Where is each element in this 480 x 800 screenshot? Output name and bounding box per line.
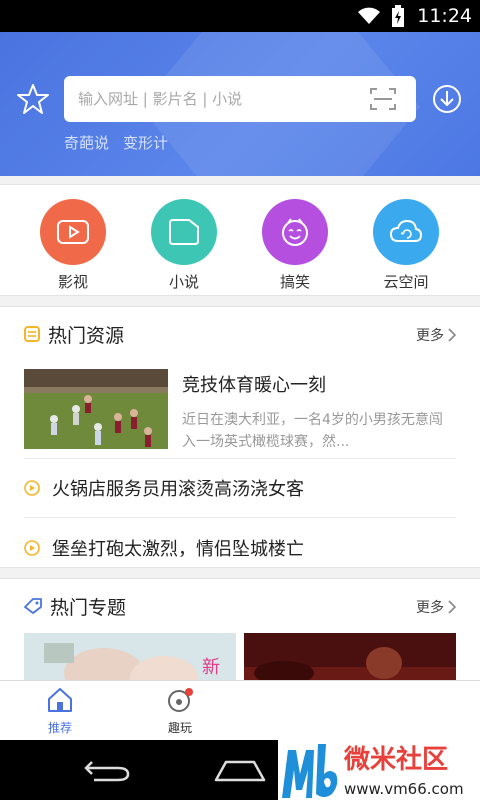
search-header: 奇葩说 变形计	[0, 32, 480, 176]
hot-topics-section: 热门专题 更多 新	[0, 578, 480, 693]
svg-text:新: 新	[202, 657, 220, 678]
back-icon[interactable]	[84, 758, 130, 782]
smiley-icon	[262, 199, 328, 265]
scan-icon[interactable]	[370, 87, 396, 111]
section-title: 热门专题	[50, 596, 127, 619]
list-icon	[24, 326, 40, 342]
article-summary: 近日在澳大利亚，一名4岁的小男孩无意闯入一场英式橄榄球赛，然...	[182, 412, 443, 450]
vm66-logo: 微米社区 www.vm66.com	[282, 744, 464, 798]
category-label: 影视	[57, 273, 88, 291]
home-icon	[48, 688, 72, 712]
featured-article[interactable]: 竞技体育暖心一刻 近日在澳大利亚，一名4岁的小男孩无意闯入一场英式橄榄球赛，然.…	[24, 361, 456, 459]
tag-icon	[24, 598, 42, 614]
category-video[interactable]: 影视	[33, 199, 113, 292]
video-play-icon	[40, 199, 106, 265]
category-label: 小说	[168, 273, 199, 291]
home-button-icon[interactable]	[214, 758, 266, 782]
category-funny[interactable]: 搞笑	[255, 199, 335, 292]
list-item[interactable]: 火锅店服务员用滚烫高汤浇女客	[24, 459, 456, 518]
wifi-icon	[358, 7, 381, 24]
tab-label: 推荐	[47, 721, 72, 735]
watermark-url: www.vm66.com	[344, 780, 464, 798]
tab-recommend[interactable]: 推荐	[20, 687, 100, 736]
chevron-right-icon	[448, 328, 456, 342]
category-cloud[interactable]: 云空间	[366, 199, 446, 292]
category-novel[interactable]: 小说	[144, 199, 224, 292]
play-circle-icon	[24, 480, 40, 496]
article-thumbnail	[24, 369, 168, 449]
search-bar[interactable]	[64, 76, 416, 122]
clock: 11:24	[417, 5, 472, 27]
hot-resources-section: 热门资源 更多 竞技体育暖心一刻 近日在澳大利亚，一名4岁的小男孩无意闯入一场英…	[0, 306, 480, 568]
hot-search-words: 奇葩说 变形计	[64, 132, 168, 153]
section-header: 热门资源 更多	[0, 307, 480, 361]
more-label: 更多	[416, 600, 444, 616]
category-shortcuts: 影视 小说 搞笑 云空间	[0, 184, 480, 296]
more-label: 更多	[416, 328, 444, 344]
bottom-navigation: 推荐 趣玩	[0, 680, 480, 740]
search-input[interactable]	[78, 90, 358, 108]
watermark-brand: 微米社区	[343, 744, 448, 775]
status-bar: 11:24	[0, 0, 480, 32]
list-item-title: 火锅店服务员用滚烫高汤浇女客	[52, 479, 304, 500]
tab-fun[interactable]: 趣玩	[140, 687, 220, 736]
watermark-logo: 微米社区 www.vm66.com	[278, 740, 480, 800]
play-circle-icon	[24, 539, 40, 556]
article-title: 竞技体育暖心一刻	[182, 375, 326, 396]
section-title: 热门资源	[48, 324, 125, 347]
tab-label: 趣玩	[167, 721, 192, 735]
book-icon	[151, 199, 217, 265]
category-label: 搞笑	[279, 273, 310, 291]
list-item-title: 堡垒打砲太激烈，情侣坠城楼亡	[52, 538, 304, 560]
list-item[interactable]: 堡垒打砲太激烈，情侣坠城楼亡	[24, 518, 456, 577]
more-link[interactable]: 更多	[416, 325, 456, 345]
hot-word-link[interactable]: 变形计	[123, 132, 168, 153]
hot-word-link[interactable]: 奇葩说	[64, 132, 109, 153]
more-link[interactable]: 更多	[416, 597, 456, 617]
category-label: 云空间	[383, 273, 429, 291]
download-icon[interactable]	[432, 84, 462, 114]
cloud-icon	[373, 199, 439, 265]
fun-ring-icon	[168, 688, 193, 712]
section-header: 热门专题 更多	[0, 579, 480, 633]
chevron-right-icon	[448, 600, 456, 614]
battery-icon	[392, 5, 405, 27]
favorite-star-icon[interactable]	[16, 82, 50, 116]
